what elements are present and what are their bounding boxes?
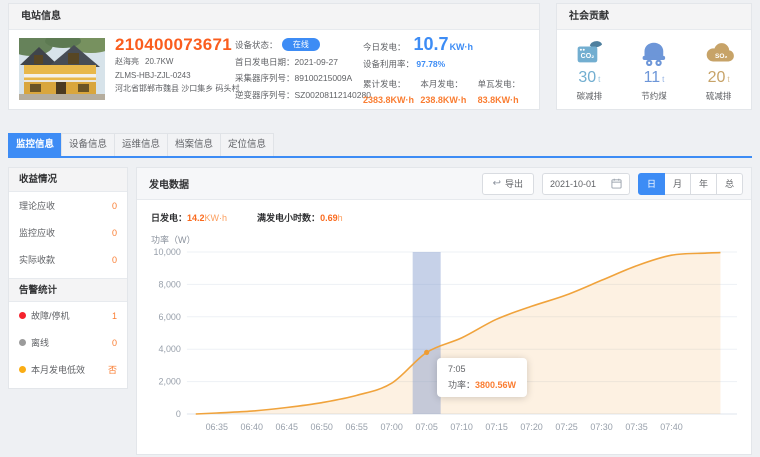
fault-status-dot bbox=[19, 312, 26, 319]
alarm-row-fault: 故障/停机 1 bbox=[9, 302, 127, 329]
first-gen-date-row: 首日发电日期：2021-09-27 bbox=[235, 54, 371, 71]
station-photo bbox=[19, 38, 105, 100]
svg-text:07:20: 07:20 bbox=[520, 422, 542, 432]
svg-text:07:15: 07:15 bbox=[485, 422, 507, 432]
co2-reduction-icon: CO₂ bbox=[572, 38, 606, 68]
range-month-button[interactable]: 月 bbox=[664, 173, 691, 195]
svg-text:10,000: 10,000 bbox=[154, 248, 181, 257]
svg-text:CO₂: CO₂ bbox=[581, 53, 595, 60]
collector-serial-row: 采集器序列号：89100215009A bbox=[235, 70, 371, 87]
social-panel-title: 社会贡献 bbox=[557, 4, 751, 30]
svg-text:06:55: 06:55 bbox=[345, 422, 367, 432]
revenue-section-title: 收益情况 bbox=[9, 168, 127, 192]
offline-status-dot bbox=[19, 339, 26, 346]
svg-text:07:30: 07:30 bbox=[590, 422, 612, 432]
svg-text:06:50: 06:50 bbox=[311, 422, 333, 432]
total-generation-stat: 累计发电： 2383.8KW·h bbox=[363, 78, 418, 105]
revenue-row-actual: 实际收款 0 bbox=[9, 246, 127, 273]
range-total-button[interactable]: 总 bbox=[716, 173, 743, 195]
chart-area: 0 2,000 4,000 6,000 8,000 10,000 06:35 06:40 06:… bbox=[151, 248, 737, 448]
station-address: 河北省邯郸市魏县 沙口集乡 码头村 bbox=[115, 82, 243, 96]
station-code: ZLMS-HBJ-ZJL-0243 bbox=[115, 69, 243, 83]
alarm-row-low-efficiency: 本月发电低效 否 bbox=[9, 356, 127, 383]
range-day-button[interactable]: 日 bbox=[638, 173, 665, 195]
revenue-row-theoretical: 理论应收 0 bbox=[9, 192, 127, 219]
range-year-button[interactable]: 年 bbox=[690, 173, 717, 195]
svg-text:07:05: 07:05 bbox=[415, 422, 437, 432]
tab-archive-info[interactable]: 档案信息 bbox=[167, 133, 221, 156]
tooltip-time: 7:05 bbox=[448, 364, 516, 374]
svg-text:06:35: 06:35 bbox=[206, 422, 228, 432]
export-button[interactable]: ↩ 导出 bbox=[482, 173, 534, 195]
status-badge: 在线 bbox=[282, 38, 320, 51]
inverter-serial-row: 逆变器序列号：SZ00208112140280 bbox=[235, 87, 371, 104]
hover-dot bbox=[424, 350, 429, 355]
svg-text:07:40: 07:40 bbox=[660, 422, 682, 432]
stats-sidebar: 收益情况 理论应收 0 监控应收 0 实际收款 0 告警统计 故障/停机 1 离… bbox=[8, 167, 128, 389]
range-segmented-control: 日 月 年 总 bbox=[638, 173, 743, 195]
today-generation-value: 10.7 bbox=[414, 34, 449, 55]
svg-text:0: 0 bbox=[176, 409, 181, 419]
svg-text:07:00: 07:00 bbox=[380, 422, 402, 432]
tooltip-power-label: 功率： bbox=[448, 380, 475, 390]
full-hours-stat: 满发电小时数：0.69h bbox=[257, 211, 343, 224]
alarm-row-offline: 离线 0 bbox=[9, 329, 127, 356]
export-arrow-icon: ↩ bbox=[493, 178, 501, 189]
chart-tooltip: 7:05 功率：3800.56W bbox=[437, 358, 527, 397]
tab-monitoring-info[interactable]: 监控信息 bbox=[8, 133, 62, 156]
coal-saved-icon bbox=[637, 38, 671, 68]
daily-generation-stat: 日发电：14.2KW·h bbox=[151, 211, 227, 224]
svg-text:2,000: 2,000 bbox=[158, 377, 180, 387]
svg-text:06:40: 06:40 bbox=[241, 422, 263, 432]
calendar-icon bbox=[611, 178, 622, 189]
revenue-row-monitored: 监控应收 0 bbox=[9, 219, 127, 246]
tooltip-power-value: 3800.56W bbox=[475, 380, 516, 390]
svg-text:06:45: 06:45 bbox=[276, 422, 298, 432]
svg-text:07:35: 07:35 bbox=[625, 422, 647, 432]
utilization-label: 设备利用率： bbox=[363, 59, 414, 69]
station-panel-title: 电站信息 bbox=[9, 4, 539, 30]
station-id: 210400073671 bbox=[115, 35, 243, 55]
so2-reduction-item: SO₂ 20t 硫减排 bbox=[690, 38, 748, 109]
device-status-label: 设备状态： bbox=[235, 40, 278, 50]
alarm-section-title: 告警统计 bbox=[9, 278, 127, 302]
station-capacity: 20.7KW bbox=[145, 57, 173, 66]
today-generation-unit: KW·h bbox=[450, 42, 474, 52]
station-owner: 赵海亮 bbox=[115, 57, 139, 66]
utilization-value: 97.78% bbox=[416, 59, 445, 69]
svg-text:6,000: 6,000 bbox=[158, 312, 180, 322]
generation-data-panel: 发电数据 ↩ 导出 2021-10-01 日 月 年 总 bbox=[136, 167, 752, 455]
low-efficiency-status-dot bbox=[19, 366, 26, 373]
chart-panel-title: 发电数据 bbox=[149, 176, 189, 191]
coal-saved-item: 11t 节约煤 bbox=[625, 38, 683, 109]
per-watt-generation-stat: 单瓦发电： 83.8KW·h bbox=[478, 78, 533, 105]
y-axis-name: 功率（W） bbox=[137, 224, 751, 246]
month-generation-stat: 本月发电： 238.8KW·h bbox=[420, 78, 475, 105]
date-picker[interactable]: 2021-10-01 bbox=[542, 173, 630, 195]
svg-text:SO₂: SO₂ bbox=[715, 53, 727, 60]
tab-location-info[interactable]: 定位信息 bbox=[220, 133, 274, 156]
svg-text:4,000: 4,000 bbox=[158, 344, 180, 354]
svg-text:07:25: 07:25 bbox=[555, 422, 577, 432]
social-contribution-panel: 社会贡献 CO₂ 30t 碳减排 11t 节约煤 bbox=[556, 3, 752, 110]
co2-reduction-item: CO₂ 30t 碳减排 bbox=[560, 38, 618, 109]
main-tab-bar: 监控信息 设备信息 运维信息 档案信息 定位信息 bbox=[8, 133, 752, 158]
today-generation-label: 今日发电： bbox=[363, 41, 406, 53]
svg-text:07:10: 07:10 bbox=[450, 422, 472, 432]
tab-device-info[interactable]: 设备信息 bbox=[61, 133, 115, 156]
svg-text:8,000: 8,000 bbox=[158, 279, 180, 289]
power-chart[interactable]: 0 2,000 4,000 6,000 8,000 10,000 06:35 06:40 06:… bbox=[151, 248, 737, 448]
station-info-panel: 电站信息 210400073671 赵海亮20.7KW ZLMS-HBJ bbox=[8, 3, 540, 110]
so2-reduction-icon: SO₂ bbox=[702, 38, 736, 68]
tab-operation-info[interactable]: 运维信息 bbox=[114, 133, 168, 156]
